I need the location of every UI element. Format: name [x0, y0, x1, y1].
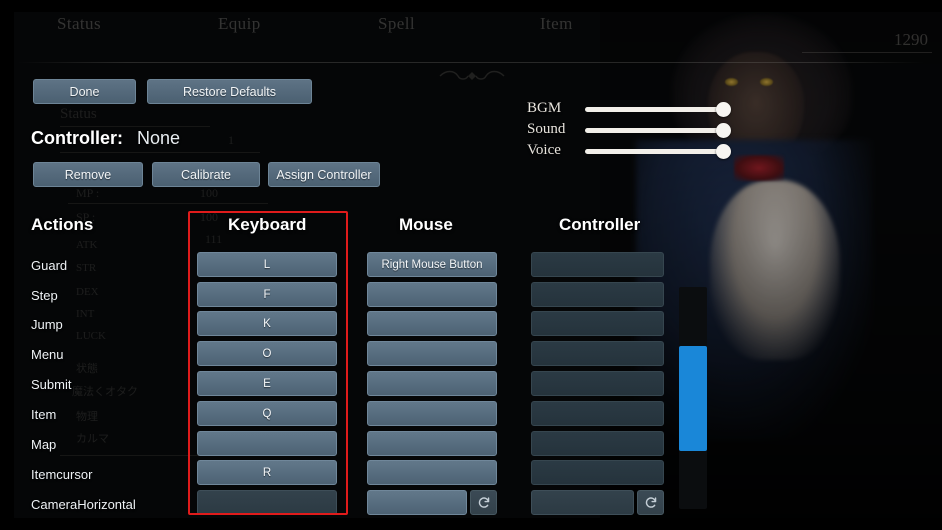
voice-slider-knob[interactable]	[716, 144, 731, 159]
bgm-label: BGM	[527, 100, 562, 116]
mouse-bind-jump[interactable]	[367, 311, 497, 336]
controller-bind-step[interactable]	[531, 282, 664, 307]
controller-bind-itemcursor[interactable]	[531, 460, 664, 485]
controller-bind-map[interactable]	[531, 431, 664, 456]
window-frame-bottom	[0, 518, 942, 530]
audio-settings: BGM Sound Voice	[527, 100, 742, 166]
tab-bar-divider	[18, 62, 924, 63]
top-tab-bar: Status Equip Spell Item	[0, 14, 942, 62]
scrollbar-thumb[interactable]	[679, 346, 707, 451]
keyboard-bind-item[interactable]: Q	[197, 401, 337, 426]
resolution-counter: 1290	[894, 30, 928, 49]
controller-bind-menu[interactable]	[531, 341, 664, 366]
action-label-item: Item	[31, 407, 57, 422]
controller-bind-submit[interactable]	[531, 371, 664, 396]
action-label-guard: Guard	[31, 258, 68, 273]
tab-equip[interactable]: Equip	[218, 14, 261, 34]
column-header-controller: Controller	[559, 215, 641, 234]
mouse-bind-menu[interactable]	[367, 341, 497, 366]
keyboard-bind-guard[interactable]: L	[197, 252, 337, 277]
voice-slider-track[interactable]	[585, 149, 730, 154]
keyboard-bind-step[interactable]: F	[197, 282, 337, 307]
sound-slider-knob[interactable]	[716, 123, 731, 138]
action-label-itemcursor: Itemcursor	[31, 467, 93, 482]
mouse-bind-submit[interactable]	[367, 371, 497, 396]
voice-label: Voice	[527, 142, 561, 158]
slider-row-voice: Voice	[527, 142, 742, 162]
mouse-bind-map[interactable]	[367, 431, 497, 456]
remove-controller-button[interactable]: Remove	[33, 162, 143, 187]
tab-spell[interactable]: Spell	[378, 14, 415, 34]
calibrate-controller-button[interactable]: Calibrate	[152, 162, 260, 187]
action-label-jump: Jump	[31, 317, 63, 332]
controller-bind-item[interactable]	[531, 401, 664, 426]
controller-bind-jump[interactable]	[531, 311, 664, 336]
slider-row-sound: Sound	[527, 121, 742, 141]
window-frame-top	[0, 0, 942, 12]
restore-defaults-button[interactable]: Restore Defaults	[147, 79, 312, 104]
column-header-keyboard: Keyboard	[228, 215, 307, 234]
sound-label: Sound	[527, 121, 566, 137]
ornament-decoration	[438, 68, 506, 84]
controller-bind-guard[interactable]	[531, 252, 664, 277]
keyboard-bind-jump[interactable]: K	[197, 311, 337, 336]
keyboard-bind-itemcursor[interactable]: R	[197, 460, 337, 485]
controller-value: None	[137, 128, 181, 148]
action-label-map: Map	[31, 437, 57, 452]
keyboard-bind-map[interactable]	[197, 431, 337, 456]
mouse-bind-guard[interactable]: Right Mouse Button	[367, 252, 497, 277]
key-bindings-table: Actions Keyboard Mouse Controller Guard …	[0, 215, 720, 515]
action-label-menu: Menu	[31, 347, 64, 362]
mouse-axis-camerahorizontal	[367, 490, 497, 515]
tab-item[interactable]: Item	[540, 14, 573, 34]
keyboard-bind-camerahorizontal[interactable]	[197, 490, 337, 515]
bgm-slider-knob[interactable]	[716, 102, 731, 117]
action-label-step: Step	[31, 288, 58, 303]
controller-axis-camerahorizontal	[531, 490, 664, 515]
mouse-bind-item[interactable]	[367, 401, 497, 426]
controller-bind-camerahorizontal[interactable]	[531, 490, 634, 515]
column-header-mouse: Mouse	[399, 215, 453, 234]
column-header-actions: Actions	[31, 215, 94, 234]
counter-underline	[802, 52, 932, 53]
action-label-submit: Submit	[31, 377, 72, 392]
window-frame-left	[0, 0, 14, 530]
action-label-camerahorizontal: CameraHorizontal	[31, 497, 136, 512]
mouse-bind-camerahorizontal[interactable]	[367, 490, 467, 515]
done-button[interactable]: Done	[33, 79, 136, 104]
controller-label: Controller:	[31, 128, 123, 148]
tab-status[interactable]: Status	[57, 14, 101, 34]
keyboard-bind-submit[interactable]: E	[197, 371, 337, 396]
refresh-icon[interactable]	[637, 490, 664, 515]
sound-slider-track[interactable]	[585, 128, 730, 133]
mouse-bind-itemcursor[interactable]	[367, 460, 497, 485]
vertical-scrollbar[interactable]	[679, 287, 707, 509]
mouse-bind-step[interactable]	[367, 282, 497, 307]
bgm-slider-track[interactable]	[585, 107, 730, 112]
assign-controller-button[interactable]: Assign Controller	[268, 162, 380, 187]
slider-row-bgm: BGM	[527, 100, 742, 120]
keyboard-bind-menu[interactable]: O	[197, 341, 337, 366]
refresh-icon[interactable]	[470, 490, 497, 515]
